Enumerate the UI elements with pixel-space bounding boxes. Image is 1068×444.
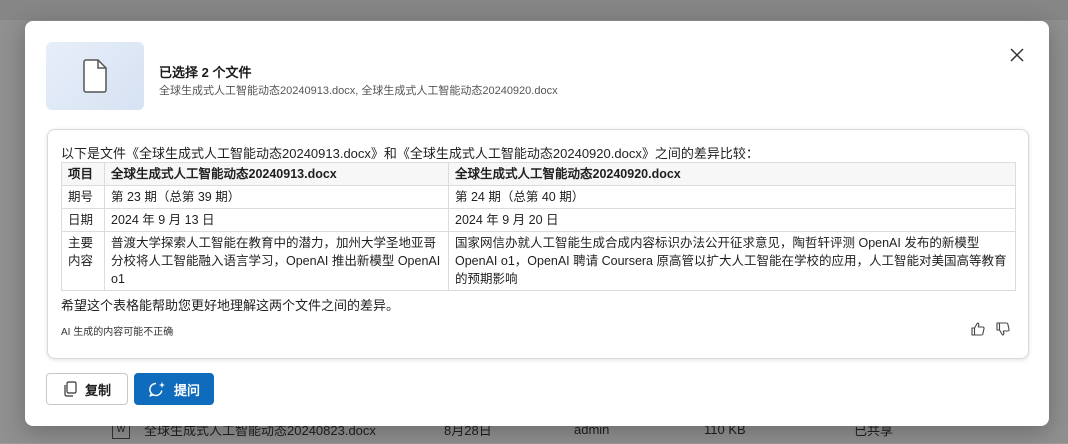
table-cell: 第 23 期（总第 39 期） xyxy=(104,185,449,209)
response-intro: 以下是文件《全球生成式人工智能动态20240913.docx》和《全球生成式人工… xyxy=(61,146,759,161)
header-file-b: 全球生成式人工智能动态20240920.docx xyxy=(448,162,1016,186)
table-header-row: 项目 全球生成式人工智能动态20240913.docx 全球生成式人工智能动态2… xyxy=(61,162,1016,186)
thumbs-down-button[interactable] xyxy=(995,321,1011,337)
document-icon xyxy=(83,59,107,93)
header-item: 项目 xyxy=(61,162,105,186)
thumbs-up-icon xyxy=(971,322,985,336)
ai-disclaimer: AI 生成的内容可能不正确 xyxy=(61,327,174,338)
table-row: 期号 第 23 期（总第 39 期） 第 24 期（总第 40 期） xyxy=(61,185,1016,209)
document-thumbnail xyxy=(46,42,144,110)
copy-icon xyxy=(64,381,77,397)
comparison-table: 项目 全球生成式人工智能动态20240913.docx 全球生成式人工智能动态2… xyxy=(61,162,1016,291)
copy-label: 复制 xyxy=(84,382,111,398)
table-cell: 普渡大学探索人工智能在教育中的潜力，加州大学圣地亚哥分校将人工智能融入语言学习，… xyxy=(104,231,449,291)
table-cell: 主要内容 xyxy=(61,231,105,291)
selected-count-title: 已选择 2 个文件 xyxy=(159,65,252,80)
table-cell: 国家网信办就人工智能生成合成内容标识办法公开征求意见，陶哲轩评测 OpenAI … xyxy=(448,231,1016,291)
table-row: 日期 2024 年 9 月 13 日 2024 年 9 月 20 日 xyxy=(61,208,1016,232)
table-row: 主要内容 普渡大学探索人工智能在教育中的潜力，加州大学圣地亚哥分校将人工智能融入… xyxy=(61,231,1016,291)
close-icon xyxy=(1010,48,1024,62)
ask-button[interactable]: 提问 xyxy=(134,373,214,405)
ask-label: 提问 xyxy=(173,382,200,398)
ai-response-card: 以下是文件《全球生成式人工智能动态20240913.docx》和《全球生成式人工… xyxy=(47,129,1029,359)
response-outro: 希望这个表格能帮助您更好地理解这两个文件之间的差异。 xyxy=(61,298,400,313)
chat-sparkle-icon xyxy=(149,382,165,397)
close-button[interactable] xyxy=(1005,43,1029,67)
table-cell: 2024 年 9 月 13 日 xyxy=(104,208,449,232)
thumbs-up-button[interactable] xyxy=(970,321,986,337)
copy-button[interactable]: 复制 xyxy=(46,373,128,405)
table-cell: 第 24 期（总第 40 期） xyxy=(448,185,1016,209)
selected-file-names: 全球生成式人工智能动态20240913.docx, 全球生成式人工智能动态202… xyxy=(159,85,558,97)
header-file-a: 全球生成式人工智能动态20240913.docx xyxy=(104,162,449,186)
table-cell: 2024 年 9 月 20 日 xyxy=(448,208,1016,232)
compare-dialog: 已选择 2 个文件 全球生成式人工智能动态20240913.docx, 全球生成… xyxy=(25,21,1049,426)
table-cell: 期号 xyxy=(61,185,105,209)
thumbs-down-icon xyxy=(996,322,1010,336)
table-cell: 日期 xyxy=(61,208,105,232)
